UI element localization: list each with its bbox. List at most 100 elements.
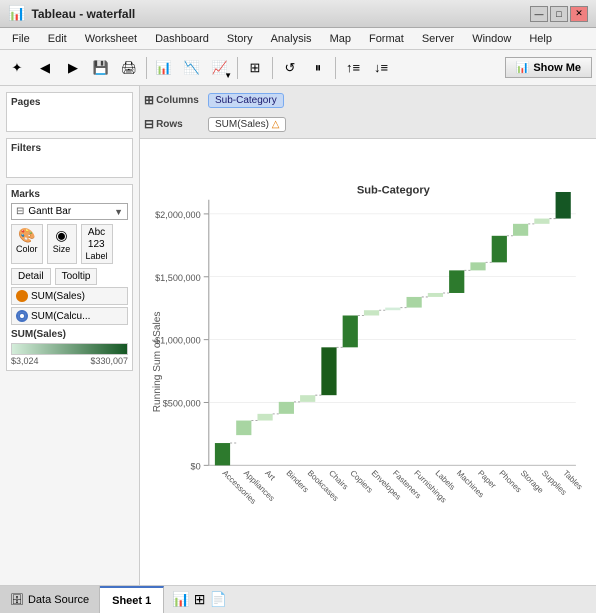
menu-server[interactable]: Server xyxy=(414,31,462,47)
toolbar-chart1[interactable]: 📊 xyxy=(151,55,177,81)
menu-dashboard[interactable]: Dashboard xyxy=(147,31,217,47)
toolbar-sep2 xyxy=(237,57,238,79)
bar-supplies[interactable] xyxy=(534,219,549,224)
toolbar-pause[interactable]: ⏸ xyxy=(305,55,331,81)
bar-chairs[interactable] xyxy=(321,347,336,395)
new-dashboard-icon[interactable]: ⊞ xyxy=(194,591,206,608)
color-min: $3,024 xyxy=(11,356,39,366)
bar-copiers[interactable] xyxy=(343,315,358,347)
columns-shelf: ⊞ Columns Sub-Category xyxy=(140,88,596,112)
menu-file[interactable]: File xyxy=(4,31,38,47)
marks-tooltip-button[interactable]: Tooltip xyxy=(55,268,98,285)
toolbar-chart3[interactable]: 📈▼ xyxy=(207,55,233,81)
sheet-tab[interactable]: Sheet 1 xyxy=(100,586,164,613)
bar-labels[interactable] xyxy=(428,293,443,297)
menu-story[interactable]: Story xyxy=(219,31,261,47)
marks-color-button[interactable]: 🎨 Color xyxy=(11,224,43,264)
datasource-label: Data Source xyxy=(28,594,89,606)
bar-bookcases[interactable] xyxy=(300,395,315,402)
svg-text:$0: $0 xyxy=(191,461,201,471)
show-me-button[interactable]: 📊 Show Me xyxy=(505,57,592,78)
toolbar-sep3 xyxy=(272,57,273,79)
columns-label: ⊞ Columns xyxy=(144,93,204,107)
color-max: $330,007 xyxy=(90,356,128,366)
bar-paper[interactable] xyxy=(470,262,485,270)
chart-area: ⊞ Columns Sub-Category ⊟ Rows SUM(Sales)… xyxy=(140,86,596,585)
bar-accessories[interactable] xyxy=(215,443,230,465)
marks-detail-button[interactable]: Detail xyxy=(11,268,51,285)
pages-label: Pages xyxy=(11,97,128,108)
waterfall-chart: $0 $500,000 $1,000,000 $1,500,000 $2,000… xyxy=(150,149,586,585)
new-sheet-icon[interactable]: 📊 xyxy=(172,591,189,608)
menu-help[interactable]: Help xyxy=(521,31,560,47)
bar-tables[interactable] xyxy=(556,192,571,219)
svg-text:Phones: Phones xyxy=(497,469,523,495)
toolbar-sort-asc[interactable]: ↑≡ xyxy=(340,55,366,81)
menu-analysis[interactable]: Analysis xyxy=(263,31,320,47)
marks-type-arrow: ▼ xyxy=(114,207,123,217)
toolbar-sort-desc[interactable]: ↓≡ xyxy=(368,55,394,81)
datasource-tab[interactable]: 🗄 Data Source xyxy=(0,586,100,613)
menu-worksheet[interactable]: Worksheet xyxy=(77,31,145,47)
app-icon: 📊 xyxy=(8,5,25,22)
window-title: Tableau - waterfall xyxy=(31,7,135,21)
sum-calc-pill[interactable]: SUM(Calcu... xyxy=(11,307,128,325)
menu-edit[interactable]: Edit xyxy=(40,31,75,47)
color-bar xyxy=(11,343,128,355)
svg-text:Copiers: Copiers xyxy=(348,469,374,495)
bar-envelopes[interactable] xyxy=(364,310,379,315)
delta-icon: △ xyxy=(272,119,280,130)
marks-label: Marks xyxy=(11,189,128,200)
sum-sales-label: SUM(Sales) xyxy=(31,291,85,302)
filters-label: Filters xyxy=(11,143,128,154)
toolbar-sep4 xyxy=(335,57,336,79)
bar-fasteners[interactable] xyxy=(385,308,400,311)
columns-text: Columns xyxy=(156,95,199,106)
sum-sales-pill[interactable]: SUM(Sales) xyxy=(11,287,128,305)
close-button[interactable]: ✕ xyxy=(570,6,588,22)
sum-calc-label: SUM(Calcu... xyxy=(31,311,90,322)
marks-size-button[interactable]: ◉ Size xyxy=(47,224,77,264)
sum-sales-icon xyxy=(16,290,28,302)
y-axis-label: Running Sum of Sales xyxy=(152,312,163,413)
toolbar-refresh[interactable]: ↺ xyxy=(277,55,303,81)
tab-icons: 📊 ⊞ 📄 xyxy=(172,591,227,608)
new-story-icon[interactable]: 📄 xyxy=(209,591,226,608)
bar-binders[interactable] xyxy=(279,402,294,414)
rows-pill[interactable]: SUM(Sales) △ xyxy=(208,117,286,132)
bar-furnishings[interactable] xyxy=(407,297,422,308)
pages-section: Pages xyxy=(6,92,133,132)
sheet-label: Sheet 1 xyxy=(112,595,151,607)
marks-type-selector[interactable]: ⊟ Gantt Bar ▼ xyxy=(11,203,128,220)
toolbar-back[interactable]: ◀ xyxy=(32,55,58,81)
color-icon: 🎨 xyxy=(18,227,35,244)
marks-section: Marks ⊟ Gantt Bar ▼ 🎨 Color ◉ Size Abc12… xyxy=(6,184,133,371)
title-bar: 📊 Tableau - waterfall — □ ✕ xyxy=(0,0,596,28)
bar-appliances[interactable] xyxy=(236,421,251,436)
menu-format[interactable]: Format xyxy=(361,31,412,47)
toolbar-forward[interactable]: ▶ xyxy=(60,55,86,81)
color-legend-title: SUM(Sales) xyxy=(11,329,128,340)
columns-pill[interactable]: Sub-Category xyxy=(208,93,284,108)
menu-map[interactable]: Map xyxy=(322,31,359,47)
marks-label-button[interactable]: Abc123 Label xyxy=(81,224,113,264)
toolbar-chart2[interactable]: 📉 xyxy=(179,55,205,81)
rows-shelf: ⊟ Rows SUM(Sales) △ xyxy=(140,112,596,136)
maximize-button[interactable]: □ xyxy=(550,6,568,22)
bar-phones[interactable] xyxy=(492,236,507,263)
titlebar-controls[interactable]: — □ ✕ xyxy=(530,6,588,22)
filters-section: Filters xyxy=(6,138,133,178)
toolbar: ✦ ◀ ▶ 💾 🖨 📊 📉 📈▼ ⊞ ↺ ⏸ ↑≡ ↓≡ 📊 Show Me xyxy=(0,50,596,86)
toolbar-new[interactable]: ✦ xyxy=(4,55,30,81)
minimize-button[interactable]: — xyxy=(530,6,548,22)
bar-machines[interactable] xyxy=(449,270,464,293)
toolbar-table[interactable]: ⊞ xyxy=(242,55,268,81)
color-legend: SUM(Sales) $3,024 $330,007 xyxy=(11,329,128,366)
bar-storage[interactable] xyxy=(513,224,528,236)
bar-art[interactable] xyxy=(257,414,272,421)
toolbar-print[interactable]: 🖨 xyxy=(116,55,142,81)
menu-window[interactable]: Window xyxy=(464,31,519,47)
toolbar-save[interactable]: 💾 xyxy=(88,55,114,81)
marks-type-label: Gantt Bar xyxy=(28,206,110,217)
sum-calc-icon xyxy=(16,310,28,322)
